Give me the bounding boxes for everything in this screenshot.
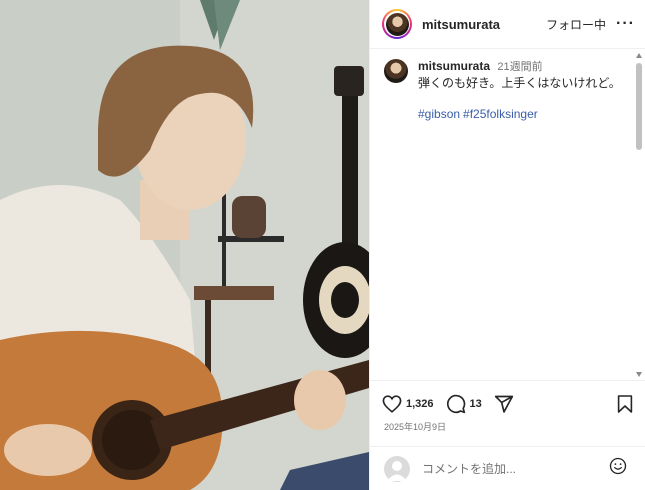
caption-text: 弾くのも好き。上手くはないけれど。 xyxy=(418,76,621,90)
post-side-panel: mitsumurata フォロー中 ··· mitsumurata 21週間前 … xyxy=(369,0,645,490)
comment-count[interactable]: 13 xyxy=(470,398,482,410)
like-button[interactable]: 1,326 xyxy=(382,395,434,413)
header-avatar[interactable] xyxy=(382,9,412,39)
actions-area: 1,326 13 2025年10月9日 xyxy=(370,380,645,446)
share-icon xyxy=(494,395,513,413)
add-comment-bar xyxy=(370,446,645,490)
following-button[interactable]: フォロー中 xyxy=(546,16,606,33)
scroll-up-arrow-icon[interactable] xyxy=(636,53,642,58)
instagram-post: mitsumurata フォロー中 ··· mitsumurata 21週間前 … xyxy=(0,0,645,490)
emoji-button[interactable] xyxy=(609,457,627,480)
more-options-icon[interactable]: ··· xyxy=(616,15,635,33)
action-bar: 1,326 13 xyxy=(370,381,645,415)
photo-illustration xyxy=(0,0,369,490)
header-username[interactable]: mitsumurata xyxy=(422,17,500,32)
heart-icon xyxy=(382,395,402,413)
scroll-thumb[interactable] xyxy=(636,63,642,150)
post-header: mitsumurata フォロー中 ··· xyxy=(370,0,645,49)
post-date[interactable]: 2025年10月9日 xyxy=(370,415,645,433)
hashtag-link[interactable]: #gibson xyxy=(418,107,460,121)
caption-avatar[interactable] xyxy=(384,59,408,83)
caption-username[interactable]: mitsumurata xyxy=(418,59,490,73)
user-avatar-icon xyxy=(384,455,410,482)
comment-input[interactable] xyxy=(420,460,594,477)
scroll-down-arrow-icon[interactable] xyxy=(636,372,642,377)
share-button[interactable] xyxy=(494,394,514,414)
caption-time[interactable]: 21週間前 xyxy=(497,61,542,73)
hashtags: #gibson #f25folksinger xyxy=(418,107,621,121)
emoji-icon xyxy=(609,457,627,475)
save-button[interactable] xyxy=(617,394,633,414)
hashtag-link[interactable]: #f25folksinger xyxy=(463,107,538,121)
bookmark-icon xyxy=(617,395,633,413)
comment-icon xyxy=(446,394,465,414)
caption: mitsumurata 21週間前 弾くのも好き。上手くはないけれど。 #gib… xyxy=(370,49,645,121)
like-count[interactable]: 1,326 xyxy=(406,398,434,410)
avatar-image xyxy=(385,12,409,36)
comments-scrollbar[interactable] xyxy=(636,49,642,380)
comments-section: mitsumurata 21週間前 弾くのも好き。上手くはないけれど。 #gib… xyxy=(370,49,645,380)
comment-button[interactable]: 13 xyxy=(446,394,482,414)
post-photo[interactable] xyxy=(0,0,369,490)
